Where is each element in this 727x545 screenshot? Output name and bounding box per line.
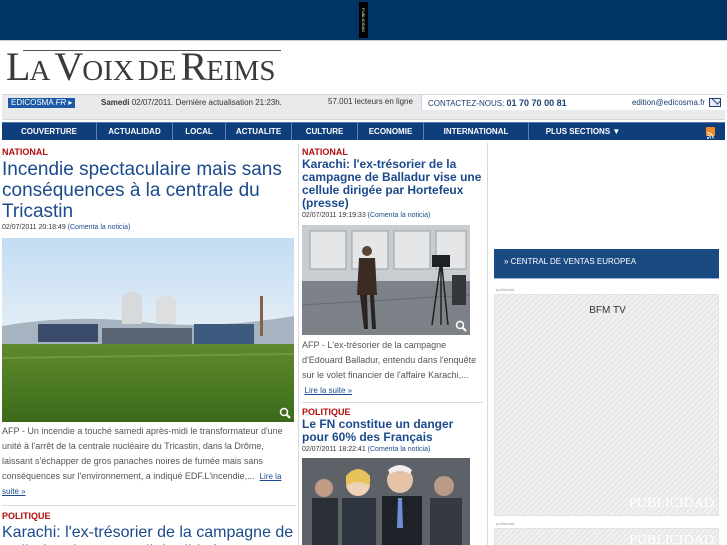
info-bar: EDICOSMA FR ▸ Samedi 02/07/2011. Dernièr… bbox=[2, 94, 725, 120]
nav-actualite[interactable]: ACTUALITE bbox=[226, 123, 292, 140]
section-label: NATIONAL bbox=[302, 147, 348, 157]
nav-local[interactable]: LOCAL bbox=[173, 123, 226, 140]
contact-phone: 01 70 70 00 81 bbox=[506, 98, 567, 108]
edicosma-fr: FR bbox=[55, 98, 67, 107]
top-ad-band: PUBLICIDAD bbox=[0, 0, 727, 40]
headline-link[interactable]: Karachi: l'ex-trésorier de la campagne d… bbox=[302, 158, 483, 210]
section-label: POLITIQUE bbox=[302, 407, 351, 417]
read-more-link[interactable]: Lire la suite » bbox=[305, 386, 353, 395]
nav-plus-sections[interactable]: PLUS SECTIONS ▼ bbox=[529, 123, 637, 140]
bfm-ad[interactable]: BFM TV PUBLICIDAD bbox=[494, 294, 719, 516]
publicidad-tag: PUBLICIDAD bbox=[359, 2, 368, 38]
comment-link[interactable]: (Comenta la noticia) bbox=[368, 446, 431, 453]
article-teaser: AFP - L'ex-trésorier de la campagne d'Ed… bbox=[302, 338, 483, 398]
section-label: NATIONAL bbox=[2, 147, 48, 157]
logo-la: LA bbox=[6, 44, 51, 89]
headline-link[interactable]: Karachi: l'ex-trésorier de la campagne d… bbox=[2, 523, 296, 545]
article-meta: 02/07/2011 20:18:49 (Comenta la noticia) bbox=[2, 224, 296, 231]
date-rest: 02/07/2011. Dernière actualisation 21:23… bbox=[131, 98, 282, 107]
second-column: NATIONAL Karachi: l'ex-trésorier de la c… bbox=[302, 143, 483, 545]
contact-info: CONTACTEZ-NOUS: 01 70 70 00 81 bbox=[428, 98, 567, 108]
publicidad-logo: PUBLICIDAD bbox=[629, 533, 714, 545]
tricastin-photo[interactable] bbox=[2, 238, 294, 422]
publicidad-logo: PUBLICIDAD bbox=[629, 496, 714, 511]
main-column: NATIONAL Incendie spectaculaire mais san… bbox=[2, 143, 296, 545]
contact-label: CONTACTEZ-NOUS: bbox=[428, 99, 505, 108]
contact-box: CONTACTEZ-NOUS: 01 70 70 00 81 edition@e… bbox=[421, 95, 725, 110]
rss-icon[interactable] bbox=[706, 127, 715, 139]
section-label: POLITIQUE bbox=[2, 511, 51, 521]
readers-online: 57.001 lecteurs en ligne bbox=[328, 97, 413, 106]
headline-link[interactable]: Le FN constitue un danger pour 60% des F… bbox=[302, 418, 483, 444]
nav-culture[interactable]: CULTURE bbox=[292, 123, 358, 140]
article-datetime: 02/07/2011 18:22:41 bbox=[302, 446, 366, 453]
publicidad-label: publicidad bbox=[496, 287, 515, 292]
arrow-right-icon: ▸ bbox=[68, 98, 73, 107]
column-divider-2 bbox=[487, 143, 488, 545]
mail-icon[interactable] bbox=[709, 98, 721, 107]
article-meta: 02/07/2011 19:19:33 (Comenta la noticia) bbox=[302, 212, 483, 219]
ad-title: BFM TV bbox=[589, 305, 626, 316]
zoom-icon[interactable] bbox=[279, 407, 291, 419]
logo-de: DE bbox=[137, 55, 177, 87]
masthead: LA VOIX DE REIMS bbox=[0, 40, 727, 94]
teaser-text: AFP - Un incendie a touché samedi après-… bbox=[2, 426, 283, 481]
logo-reims: REIMS bbox=[180, 44, 276, 89]
nav-couverture[interactable]: COUVERTURE bbox=[2, 123, 97, 140]
article-datetime: 02/07/2011 20:18:49 bbox=[2, 224, 66, 231]
email-link[interactable]: edition@edicosma.fr bbox=[632, 98, 705, 107]
main-nav: COUVERTURE ACTUALIDAD LOCAL ACTUALITE CU… bbox=[2, 122, 725, 140]
nav-economie[interactable]: ECONOMIE bbox=[358, 123, 424, 140]
site-logo[interactable]: LA VOIX DE REIMS bbox=[6, 43, 275, 90]
nav-actualidad[interactable]: ACTUALIDAD bbox=[97, 123, 173, 140]
fn-photo[interactable] bbox=[302, 458, 470, 545]
nav-international[interactable]: INTERNATIONAL bbox=[424, 123, 529, 140]
comment-link[interactable]: (Comenta la noticia) bbox=[68, 224, 131, 231]
date-update: Samedi 02/07/2011. Dernière actualisatio… bbox=[101, 97, 291, 109]
article-datetime: 02/07/2011 19:19:33 bbox=[302, 212, 366, 219]
edicosma-label: EDICOSMA bbox=[11, 98, 54, 107]
edicosma-button[interactable]: EDICOSMA FR ▸ bbox=[8, 98, 76, 108]
date-day: Samedi bbox=[101, 98, 130, 107]
column-divider-1 bbox=[298, 143, 299, 545]
article-teaser: AFP - Un incendie a touché samedi après-… bbox=[2, 424, 296, 499]
karachi-photo[interactable] bbox=[302, 225, 470, 335]
teaser-text: AFP - L'ex-trésorier de la campagne d'Ed… bbox=[302, 340, 477, 380]
article-separator bbox=[302, 402, 483, 403]
article-meta: 02/07/2011 18:22:41 (Comenta la noticia) bbox=[302, 446, 483, 453]
headline-link[interactable]: Incendie spectaculaire mais sans conséqu… bbox=[2, 159, 296, 222]
zoom-icon[interactable] bbox=[455, 320, 467, 332]
second-ad[interactable]: PUBLICIDAD bbox=[494, 528, 719, 545]
comment-link[interactable]: (Comenta la noticia) bbox=[368, 212, 431, 219]
article-separator bbox=[2, 505, 296, 506]
publicidad-label: publicidad bbox=[496, 521, 515, 526]
central-ventas-banner[interactable]: » CENTRAL DE VENTAS EUROPEA bbox=[494, 249, 719, 279]
logo-voix: VOIX bbox=[54, 44, 134, 89]
